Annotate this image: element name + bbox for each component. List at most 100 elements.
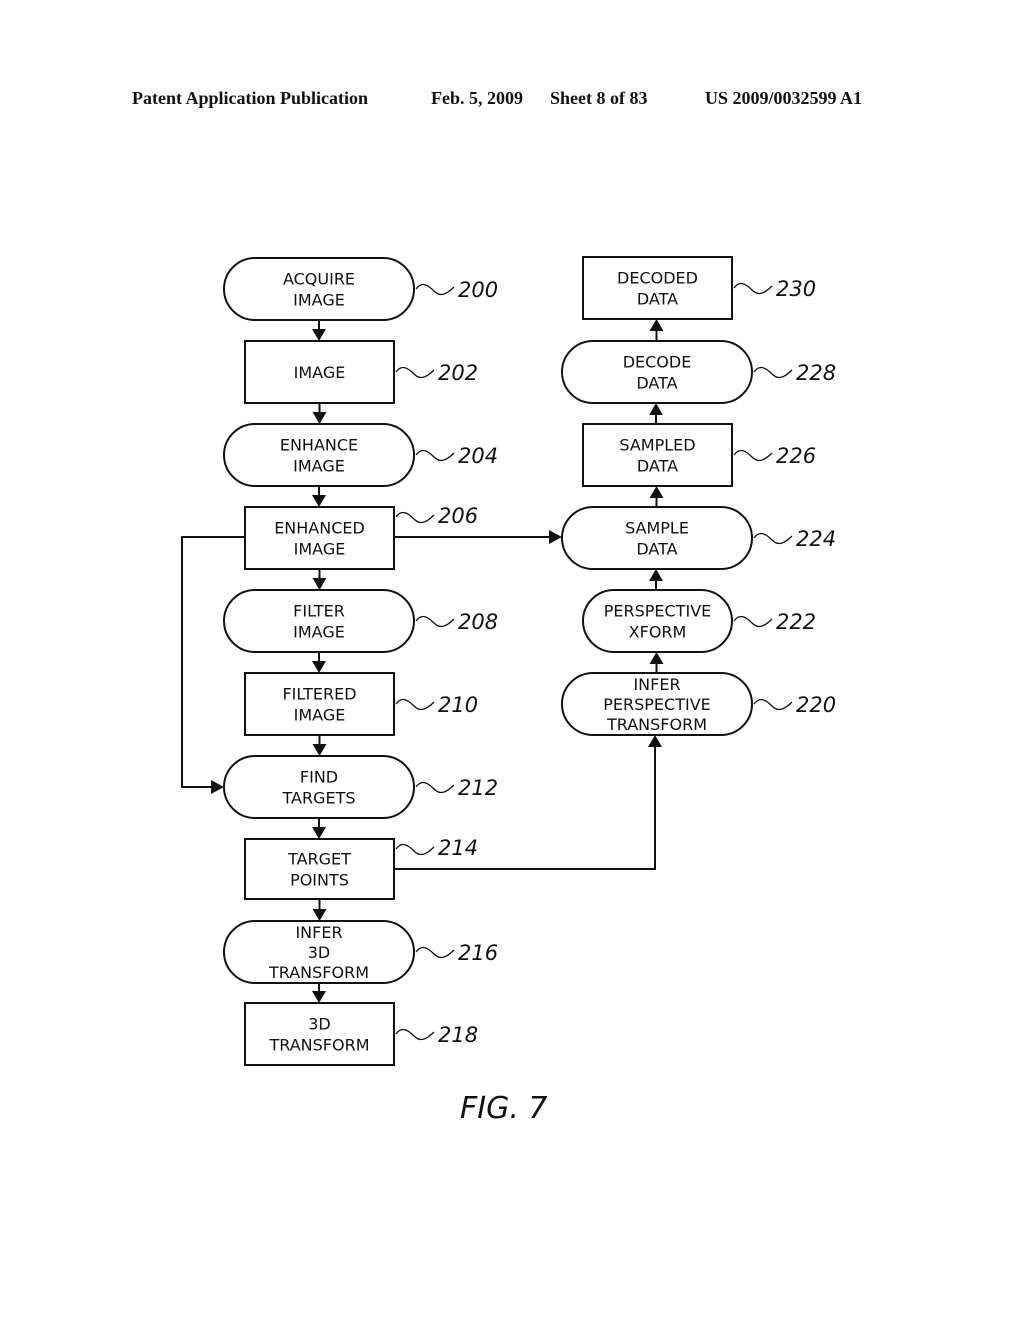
leader-line <box>395 1028 435 1041</box>
leader-line <box>395 698 435 711</box>
leader-line <box>395 843 435 856</box>
terminal-shape <box>561 340 753 404</box>
node-label-line: 3D <box>308 1015 331 1034</box>
terminal-shape <box>582 589 733 653</box>
leader-line <box>415 946 455 959</box>
edge-226-to-228 <box>649 403 663 424</box>
arrowhead-icon <box>312 827 326 839</box>
node-label-line: POINTS <box>290 871 349 890</box>
reference-numeral: 206 <box>438 504 478 528</box>
node-label-line: SAMPLED <box>619 436 695 455</box>
leader-line <box>733 449 773 462</box>
reference-numeral: 202 <box>438 361 478 385</box>
terminal-shape <box>223 589 415 653</box>
node-label-line: INFER <box>633 675 680 694</box>
arrowhead-icon <box>649 569 663 581</box>
node-label-line: ENHANCE <box>280 436 358 455</box>
process-box <box>244 506 395 570</box>
node-label-line: DECODED <box>617 269 698 288</box>
node-label-line: IMAGE <box>293 291 345 310</box>
node-214: TARGET POINTS 214 <box>244 836 478 900</box>
edge-210-to-212 <box>312 735 327 756</box>
arrowhead-icon <box>649 486 664 498</box>
process-box <box>582 423 733 487</box>
node-218: 3D TRANSFORM 218 <box>244 1002 478 1066</box>
node-label-line: DATA <box>636 540 677 559</box>
arrowhead-icon <box>312 578 327 590</box>
reference-numeral: 200 <box>458 278 498 302</box>
node-label-line: TARGETS <box>281 789 355 808</box>
node-label-line: IMAGE <box>294 706 346 725</box>
edge-206-to-208 <box>312 569 327 590</box>
edge-216-to-218 <box>312 983 326 1003</box>
leader-line <box>415 283 455 296</box>
node-label-line: DATA <box>637 290 678 309</box>
node-label-line: DATA <box>637 457 678 476</box>
arrowhead-icon <box>211 780 224 794</box>
connector-line <box>394 737 656 870</box>
terminal-shape <box>561 506 753 570</box>
edge-204-to-206 <box>312 486 326 507</box>
arrowhead-icon <box>312 661 326 673</box>
reference-numeral: 224 <box>796 527 836 551</box>
reference-numeral: 220 <box>796 693 836 717</box>
figure-label: FIG. 7 <box>460 1091 548 1126</box>
reference-numeral: 218 <box>438 1023 478 1047</box>
reference-numeral: 222 <box>776 610 816 634</box>
arrowhead-icon <box>649 319 664 331</box>
terminal-shape <box>223 755 415 819</box>
reference-numeral: 230 <box>776 277 816 301</box>
node-label-line: TRANSFORM <box>606 715 707 734</box>
terminal-shape <box>223 423 415 487</box>
node-230: DECODED DATA 230 <box>582 256 816 320</box>
node-label-line: SAMPLE <box>625 519 689 538</box>
reference-numeral: 204 <box>458 444 498 468</box>
node-label-line: INFER <box>295 923 342 942</box>
edges <box>181 319 664 1003</box>
arrowhead-icon <box>312 909 327 921</box>
node-label-line: IMAGE <box>293 623 345 642</box>
arrowhead-icon <box>312 744 327 756</box>
arrowhead-icon <box>312 412 327 424</box>
reference-numeral: 216 <box>458 941 498 965</box>
node-label-line: XFORM <box>629 623 687 642</box>
edge-206-to-224 <box>394 530 562 544</box>
edge-224-to-226 <box>649 486 664 507</box>
node-label-line: 3D <box>308 943 331 962</box>
edge-222-to-224 <box>649 569 663 590</box>
arrowhead-icon <box>312 495 326 507</box>
connector-line <box>181 536 245 788</box>
leader-line <box>753 532 793 545</box>
node-label-line: TRANSFORM <box>268 963 369 982</box>
terminal-shape <box>223 257 415 321</box>
leader-line <box>753 698 793 711</box>
arrowhead-icon <box>312 991 326 1003</box>
reference-numeral: 210 <box>438 693 478 717</box>
node-label-line: PERSPECTIVE <box>604 602 712 621</box>
leader-line <box>733 615 773 628</box>
node-label-line: ENHANCED <box>274 519 365 538</box>
node-208: FILTER IMAGE 208 <box>223 589 498 653</box>
node-200: ACQUIRE IMAGE 200 <box>223 257 498 321</box>
arrowhead-icon <box>312 329 326 341</box>
edge-200-to-202 <box>312 320 326 341</box>
node-label-line: IMAGE <box>294 540 346 559</box>
flowchart: ACQUIREIMAGE 200IMAGE 202ENHANCEIMAGE 204EN… <box>181 256 836 1126</box>
node-224: SAMPLE DATA 224 <box>561 506 836 570</box>
reference-numeral: 226 <box>776 444 816 468</box>
reference-numeral: 228 <box>796 361 836 385</box>
node-label-line: IMAGE <box>294 363 346 382</box>
edge-212-to-214 <box>312 818 326 839</box>
leader-line <box>415 449 455 462</box>
node-label-line: ACQUIRE <box>283 270 355 289</box>
node-212: FIND TARGETS 212 <box>223 755 498 819</box>
arrowhead-icon <box>549 530 562 544</box>
reference-numeral: 208 <box>458 610 498 634</box>
node-226: SAMPLED DATA 226 <box>582 423 816 487</box>
node-label-line: FIND <box>300 768 338 787</box>
node-label-line: DATA <box>636 374 677 393</box>
process-box <box>582 256 733 320</box>
node-202: IMAGE 202 <box>244 340 478 404</box>
node-216: INFER3DTRANSFORM 216 <box>223 920 498 984</box>
node-204: ENHANCE IMAGE 204 <box>223 423 498 487</box>
